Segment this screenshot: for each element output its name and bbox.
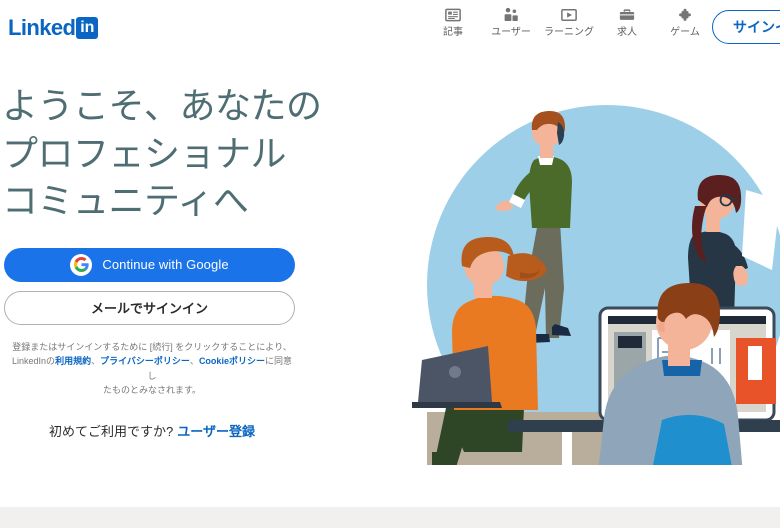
linkedin-signin-page: Linked in 記事 ユーザー ラーニング 求人 ゲーム サイン ようこそ、…	[0, 0, 780, 528]
legal-sep-1: 、	[91, 356, 101, 367]
logo-wordmark: Linked	[8, 15, 76, 40]
people-icon	[502, 6, 520, 24]
legal-prefix: LinkedInの	[12, 356, 56, 367]
nav-item-learning[interactable]: ラーニング	[540, 6, 598, 38]
join-now-row: 初めてご利用ですか? ユーザー登録	[4, 421, 300, 440]
signin-with-email-button[interactable]: メールでサインイン	[4, 290, 295, 325]
legal-line-1: 登録またはサインインするために [続行] をクリックすることにより、	[12, 341, 292, 352]
hero-left-column: ようこそ、あなたの プロフェショナル コミュニティへ Continue with…	[0, 82, 340, 440]
nav-item-people[interactable]: ユーザー	[482, 6, 540, 38]
signin-button[interactable]: サインイン	[712, 10, 780, 44]
nav-label-learning: ラーニング	[544, 27, 594, 38]
nav-label-people: ユーザー	[491, 27, 531, 38]
cookie-policy-link[interactable]: Cookieポリシー	[199, 356, 265, 366]
nav-label-games: ゲーム	[670, 27, 700, 38]
legal-disclaimer: 登録またはサインインするために [続行] をクリックすることにより、 Linke…	[4, 340, 300, 398]
jobs-briefcase-icon	[618, 6, 636, 24]
learning-icon	[560, 6, 578, 24]
nav-label-jobs: 求人	[617, 27, 637, 38]
continue-with-google-button[interactable]: Continue with Google	[4, 247, 295, 282]
join-prompt-text: 初めてご利用ですか?	[49, 423, 174, 439]
footer-strip	[0, 507, 780, 528]
games-puzzle-icon	[676, 6, 694, 24]
google-g-icon	[70, 253, 93, 276]
continue-with-google-label: Continue with Google	[102, 257, 229, 273]
cta-block: Continue with Google メールでサインイン 登録またはサインイ…	[0, 247, 296, 440]
page-title: ようこそ、あなたの プロフェショナル コミュニティへ	[2, 85, 322, 222]
linkedin-logo[interactable]: Linked in	[8, 15, 99, 40]
terms-link[interactable]: 利用規約	[55, 356, 91, 366]
site-header: Linked in 記事 ユーザー ラーニング 求人 ゲーム サイン	[0, 0, 780, 58]
nav-label-articles: 記事	[443, 27, 463, 38]
legal-sep-2: 、	[189, 356, 199, 367]
nav-item-jobs[interactable]: 求人	[598, 6, 656, 38]
primary-nav: 記事 ユーザー ラーニング 求人 ゲーム	[424, 6, 714, 52]
privacy-policy-link[interactable]: プライバシーポリシー	[100, 356, 190, 366]
legal-line-2: LinkedInの利用規約、プライバシーポリシー、Cookieポリシーに同意し	[8, 354, 296, 383]
logo-in-badge: in	[76, 17, 99, 39]
article-icon	[444, 6, 462, 24]
legal-line-3: たものとみなされます。	[102, 385, 202, 396]
professional-community-illustration	[412, 60, 780, 510]
nav-item-games[interactable]: ゲーム	[656, 6, 714, 38]
join-now-link[interactable]: ユーザー登録	[177, 424, 255, 439]
nav-item-articles[interactable]: 記事	[424, 6, 482, 38]
